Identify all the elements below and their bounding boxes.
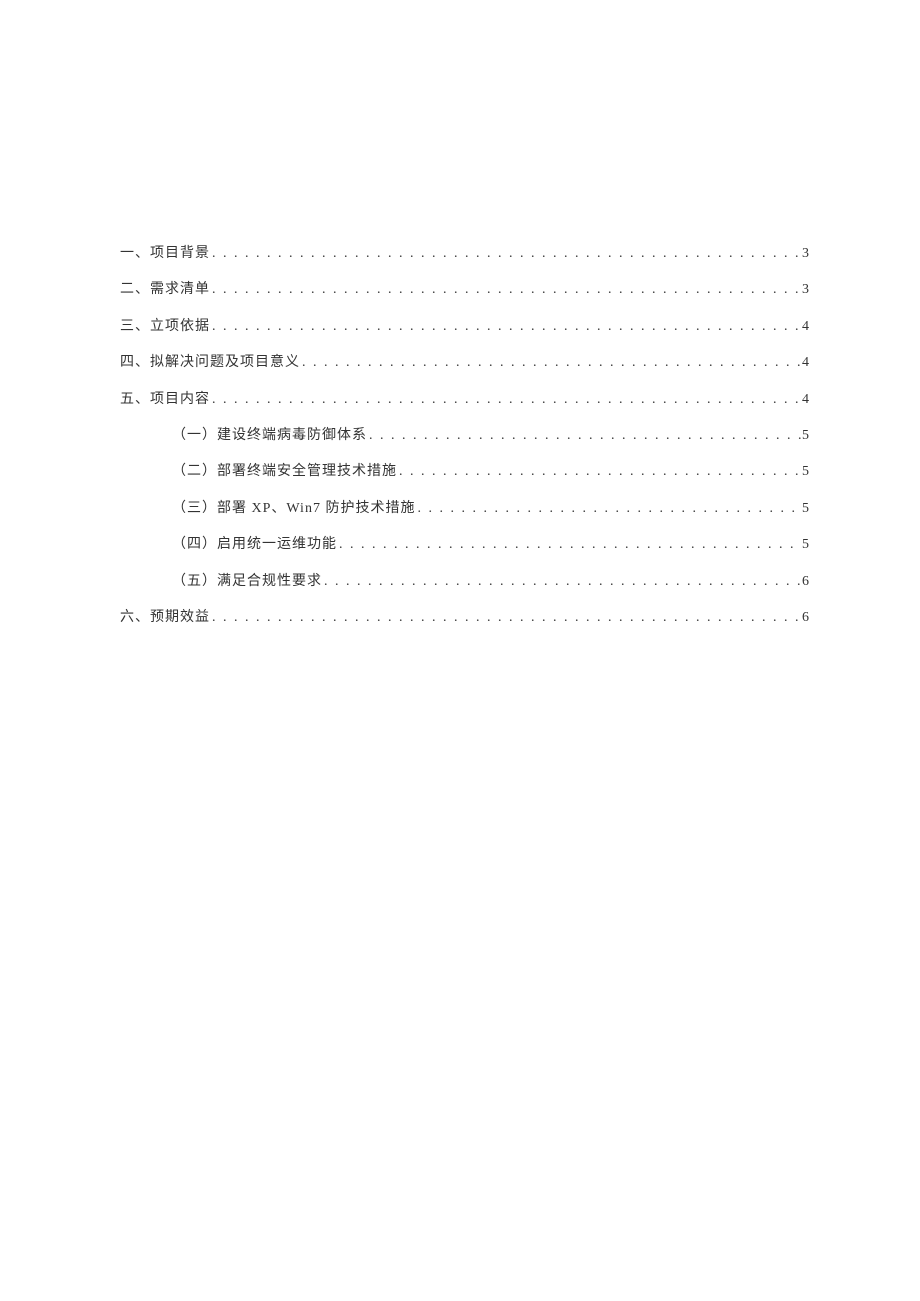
table-of-contents: 一、项目背景 3 二、需求清单 3 三、立项依据 4 四、拟解决问题及项目意义 … xyxy=(120,243,810,643)
toc-page: 4 xyxy=(802,316,810,338)
toc-leader xyxy=(397,461,802,483)
toc-page: 6 xyxy=(802,607,810,629)
toc-subentry: （二）部署终端安全管理技术措施 5 xyxy=(120,461,810,483)
toc-leader xyxy=(415,498,802,520)
toc-page: 5 xyxy=(802,425,810,447)
toc-page: 3 xyxy=(802,279,810,301)
toc-entry: 四、拟解决问题及项目意义 4 xyxy=(120,352,810,374)
toc-title: （三）部署 XP、Win7 防护技术措施 xyxy=(172,498,415,520)
toc-subentry: （五）满足合规性要求 6 xyxy=(120,571,810,593)
toc-entry: 二、需求清单 3 xyxy=(120,279,810,301)
toc-title: 四、拟解决问题及项目意义 xyxy=(120,352,300,374)
toc-title: 一、项目背景 xyxy=(120,243,210,265)
toc-leader xyxy=(210,243,802,265)
toc-title: 三、立项依据 xyxy=(120,316,210,338)
toc-page: 5 xyxy=(802,498,810,520)
toc-subentry: （四）启用统一运维功能 5 xyxy=(120,534,810,556)
toc-page: 3 xyxy=(802,243,810,265)
toc-title: 二、需求清单 xyxy=(120,279,210,301)
toc-entry: 六、预期效益 6 xyxy=(120,607,810,629)
toc-page: 4 xyxy=(802,389,810,411)
toc-entry: 三、立项依据 4 xyxy=(120,316,810,338)
toc-leader xyxy=(337,534,802,556)
toc-leader xyxy=(300,352,802,374)
toc-title: 五、项目内容 xyxy=(120,389,210,411)
toc-leader xyxy=(210,316,802,338)
toc-title: 六、预期效益 xyxy=(120,607,210,629)
toc-leader xyxy=(367,425,802,447)
toc-entry: 五、项目内容 4 xyxy=(120,389,810,411)
toc-title: （五）满足合规性要求 xyxy=(172,571,322,593)
toc-title: （一）建设终端病毒防御体系 xyxy=(172,425,367,447)
toc-page: 5 xyxy=(802,461,810,483)
toc-leader xyxy=(210,607,802,629)
toc-leader xyxy=(322,571,802,593)
toc-page: 5 xyxy=(802,534,810,556)
toc-subentry: （三）部署 XP、Win7 防护技术措施 5 xyxy=(120,498,810,520)
toc-title: （二）部署终端安全管理技术措施 xyxy=(172,461,397,483)
toc-page: 6 xyxy=(802,571,810,593)
toc-leader xyxy=(210,279,802,301)
toc-title: （四）启用统一运维功能 xyxy=(172,534,337,556)
toc-entry: 一、项目背景 3 xyxy=(120,243,810,265)
toc-subentry: （一）建设终端病毒防御体系 5 xyxy=(120,425,810,447)
toc-leader xyxy=(210,389,802,411)
toc-page: 4 xyxy=(802,352,810,374)
